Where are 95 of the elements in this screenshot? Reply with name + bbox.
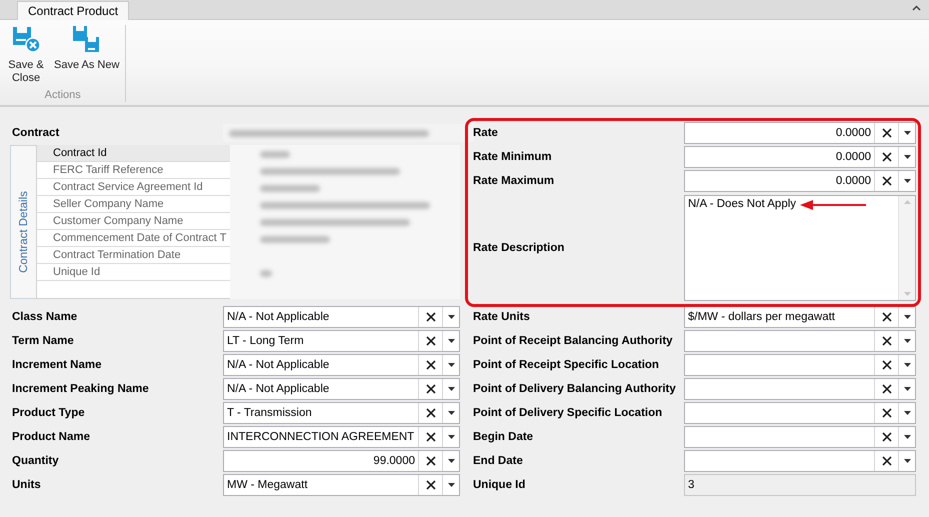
field-label: Rate Minimum xyxy=(473,151,553,163)
field-label: Class Name xyxy=(12,311,78,323)
grid-row[interactable]: Contract Id xyxy=(37,145,230,162)
field-label: Point of Delivery Balancing Authority xyxy=(473,383,677,395)
grid-row[interactable]: Seller Company Name xyxy=(37,196,230,213)
field-label: Point of Receipt Balancing Authority xyxy=(473,335,674,347)
redacted-value xyxy=(260,151,290,158)
grid-row[interactable]: Contract Termination Date xyxy=(37,247,230,264)
number-field[interactable]: 0.0000 xyxy=(684,146,916,168)
caret-icon xyxy=(904,411,910,415)
scroll-up-icon xyxy=(904,200,910,204)
floppies-icon xyxy=(72,25,102,55)
clear-icon xyxy=(882,128,892,138)
caret-icon xyxy=(448,387,454,391)
clear-icon xyxy=(882,360,892,370)
caret-icon xyxy=(904,179,910,183)
number-field[interactable]: 99.0000 xyxy=(223,450,460,472)
field-label: Rate Description xyxy=(473,242,566,254)
field-label: Contract xyxy=(12,127,60,139)
clear-icon xyxy=(882,336,892,346)
clear-icon xyxy=(426,384,436,394)
caret-icon xyxy=(448,483,454,487)
grid-row[interactable]: Customer Company Name xyxy=(37,213,230,230)
collapse-icon[interactable] xyxy=(912,5,921,11)
clear-icon xyxy=(882,456,892,466)
grid-row[interactable]: FERC Tariff Reference xyxy=(37,162,230,179)
clear-icon xyxy=(882,408,892,418)
combo-box[interactable]: $/MW - dollars per megawatt xyxy=(684,306,916,328)
clear-icon xyxy=(426,336,436,346)
combo-box[interactable]: T - Transmission xyxy=(223,402,460,424)
clear-icon xyxy=(426,456,436,466)
field-label: Rate Maximum xyxy=(473,175,556,187)
grid-row[interactable]: Commencement Date of Contract T xyxy=(37,230,230,247)
field-label: Units xyxy=(12,479,42,491)
scrollbar[interactable] xyxy=(898,196,915,300)
floppy-x-icon xyxy=(11,25,41,55)
caret-icon xyxy=(904,363,910,367)
field-label: Point of Delivery Specific Location xyxy=(473,407,664,419)
caret-icon xyxy=(448,411,454,415)
readonly-field: 3 xyxy=(684,474,916,496)
combo-box[interactable]: INTERCONNECTION AGREEMENT xyxy=(223,426,460,448)
field-label: Begin Date xyxy=(473,431,534,443)
scroll-down-icon xyxy=(904,292,910,296)
field-label: Quantity xyxy=(12,455,60,467)
redacted-value xyxy=(260,185,320,192)
clear-icon xyxy=(426,312,436,322)
clear-icon xyxy=(882,176,892,186)
field-label: Increment Peaking Name xyxy=(12,383,150,395)
tab[interactable]: Contract Product xyxy=(17,1,130,20)
clear-icon xyxy=(882,384,892,394)
save-close-button[interactable]: Save & Close xyxy=(4,25,48,85)
field-label: Product Type xyxy=(12,407,86,419)
number-field[interactable]: 0.0000 xyxy=(684,170,916,192)
caret-icon xyxy=(448,435,454,439)
combo-box[interactable]: LT - Long Term xyxy=(223,330,460,352)
panel-title: Contract Details xyxy=(18,190,30,275)
combo-box[interactable]: MW - Megawatt xyxy=(223,474,460,496)
grid-row[interactable]: Contract Service Agreement Id xyxy=(37,179,230,196)
clear-icon xyxy=(426,480,436,490)
clear-icon xyxy=(882,312,892,322)
combo-box[interactable]: N/A - Not Applicable xyxy=(223,306,460,328)
clear-icon xyxy=(426,432,436,442)
text-area[interactable]: N/A - Does Not Apply xyxy=(684,195,916,301)
caret-icon xyxy=(904,131,910,135)
caret-icon xyxy=(904,459,910,463)
caret-icon xyxy=(904,155,910,159)
caret-icon xyxy=(904,387,910,391)
combo-box[interactable]: N/A - Not Applicable xyxy=(223,354,460,376)
clear-icon xyxy=(882,432,892,442)
field-label: End Date xyxy=(473,455,524,467)
caret-icon xyxy=(904,435,910,439)
number-field[interactable]: 0.0000 xyxy=(684,122,916,144)
field-label: Unique Id xyxy=(473,479,526,491)
field-label: Point of Receipt Specific Location xyxy=(473,359,660,371)
field-label: Product Name xyxy=(12,431,91,443)
clear-icon xyxy=(882,152,892,162)
caret-icon xyxy=(904,315,910,319)
field-label: Increment Name xyxy=(12,359,102,371)
caret-icon xyxy=(448,363,454,367)
combo-box[interactable]: N/A - Not Applicable xyxy=(223,378,460,400)
clear-icon xyxy=(426,408,436,418)
caret-icon xyxy=(448,339,454,343)
clear-icon xyxy=(426,360,436,370)
redacted-value xyxy=(260,236,330,243)
field-label: Rate xyxy=(473,127,499,139)
field-label: Rate Units xyxy=(473,311,531,323)
redacted-value xyxy=(260,270,272,277)
caret-icon xyxy=(904,339,910,343)
grid-row[interactable]: Unique Id xyxy=(37,264,230,281)
arrow xyxy=(800,200,866,210)
group-label: Actions xyxy=(44,89,81,102)
caret-icon xyxy=(448,315,454,319)
field-label: Term Name xyxy=(12,335,75,347)
save-as-new-button[interactable]: Save As New xyxy=(52,25,122,72)
caret-icon xyxy=(448,459,454,463)
